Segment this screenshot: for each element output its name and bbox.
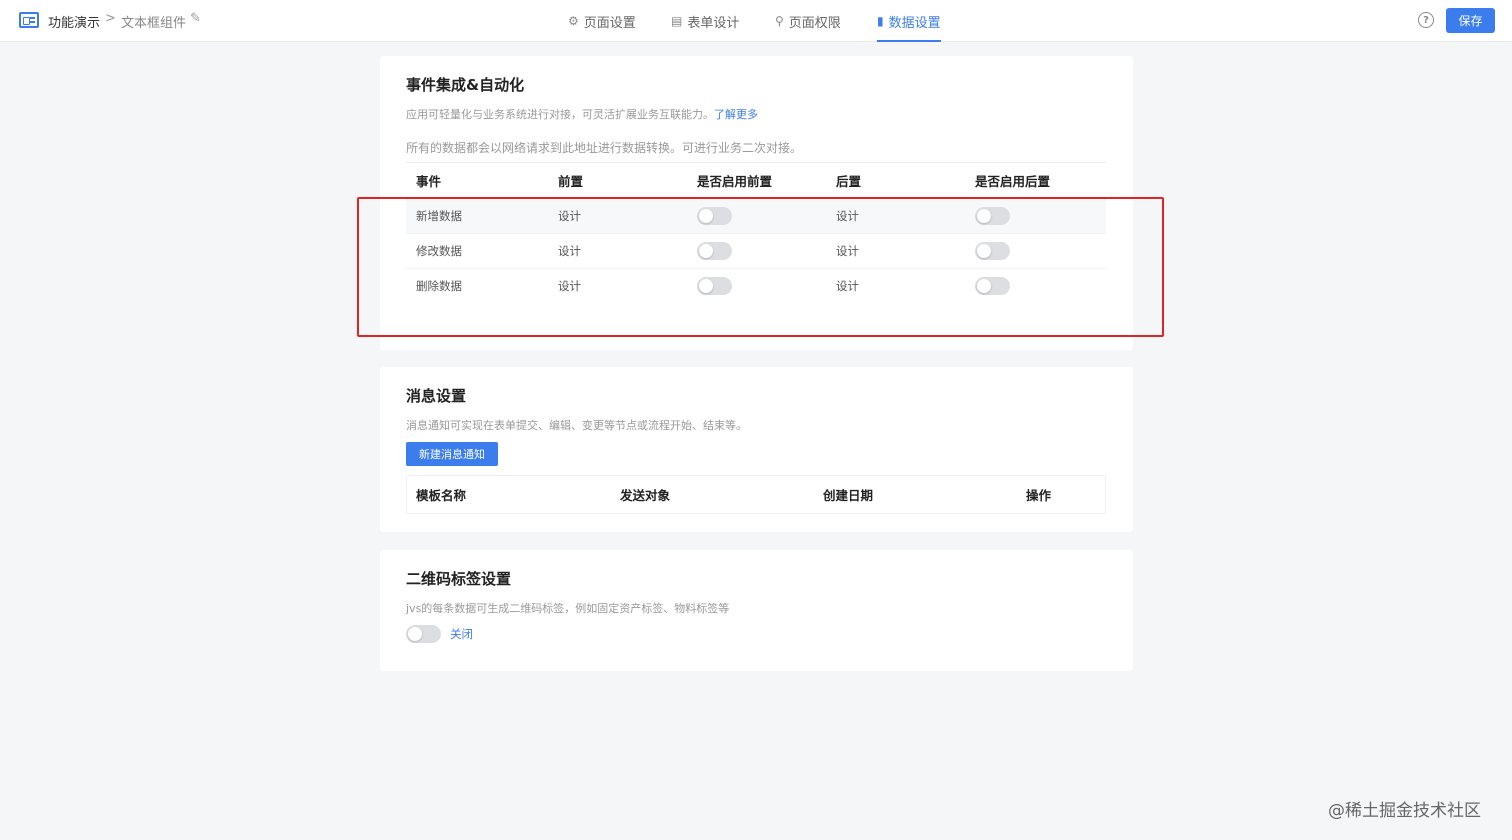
- top-bar: 功能演示 > 文本框组件 ✎ ⚙ 页面设置 ▤ 表单设计 ⚲ 页面权限 ▮ 数据…: [0, 0, 1512, 42]
- qr-title: 二维码标签设置: [406, 570, 512, 588]
- message-title: 消息设置: [406, 387, 467, 405]
- events-note: 所有的数据都会以网络请求到此地址进行数据转换。可进行业务二次对接。: [406, 141, 803, 155]
- tab-form-design[interactable]: ▤ 表单设计: [671, 0, 739, 42]
- new-message-button[interactable]: 新建消息通知: [406, 442, 498, 466]
- message-card: 消息设置 消息通知可实现在表单提交、编辑、变更等节点或流程开始、结束等。 新建消…: [380, 367, 1133, 532]
- column-header: 是否启用前置: [697, 174, 773, 189]
- events-desc: 应用可轻量化与业务系统进行对接，可灵活扩展业务互联能力。了解更多: [406, 108, 758, 121]
- pre-design-link[interactable]: 设计: [558, 234, 581, 268]
- events-card: 事件集成&自动化 应用可轻量化与业务系统进行对接，可灵活扩展业务互联能力。了解更…: [380, 56, 1133, 350]
- help-icon[interactable]: ?: [1418, 12, 1434, 28]
- qr-toggle-label: 关闭: [450, 627, 473, 641]
- events-table: 事件 前置 是否启用前置 后置 是否启用后置 新增数据 设计 设计 修改数据 设…: [406, 162, 1106, 303]
- post-enable-toggle[interactable]: [975, 277, 1010, 295]
- pre-design-link[interactable]: 设计: [558, 269, 581, 303]
- tab-page-permissions[interactable]: ⚲ 页面权限: [775, 0, 841, 42]
- pre-design-link[interactable]: 设计: [558, 199, 581, 233]
- column-header: 操作: [1026, 488, 1052, 503]
- table-row: 新增数据 设计 设计: [406, 198, 1106, 233]
- pre-enable-toggle[interactable]: [697, 242, 732, 260]
- post-design-link[interactable]: 设计: [836, 269, 859, 303]
- column-header: 创建日期: [823, 488, 874, 503]
- table-row: 删除数据 设计 设计: [406, 268, 1106, 303]
- breadcrumb-page: 文本框组件: [121, 16, 187, 31]
- site-watermark: @稀土掘金技术社区: [1328, 801, 1481, 821]
- events-title: 事件集成&自动化: [406, 76, 525, 94]
- qr-card: 二维码标签设置 jvs的每条数据可生成二维码标签，例如固定资产标签、物料标签等 …: [380, 550, 1133, 671]
- qr-desc: jvs的每条数据可生成二维码标签，例如固定资产标签、物料标签等: [406, 602, 730, 615]
- qr-enable-toggle[interactable]: [406, 625, 441, 643]
- chevron-right-icon: >: [105, 11, 116, 26]
- app-form-icon: [19, 12, 39, 28]
- learn-more-link[interactable]: 了解更多: [714, 108, 758, 121]
- save-button[interactable]: 保存: [1446, 8, 1495, 33]
- message-table-header: 模板名称 发送对象 创建日期 操作: [406, 475, 1106, 514]
- pre-enable-toggle[interactable]: [697, 277, 732, 295]
- event-name: 新增数据: [416, 209, 462, 223]
- column-header: 是否启用后置: [975, 174, 1051, 189]
- column-header: 发送对象: [620, 488, 671, 503]
- column-header: 事件: [416, 174, 442, 189]
- column-header: 模板名称: [416, 488, 467, 503]
- message-desc: 消息通知可实现在表单提交、编辑、变更等节点或流程开始、结束等。: [406, 419, 747, 432]
- tab-page-settings[interactable]: ⚙ 页面设置: [568, 0, 636, 42]
- column-header: 后置: [836, 174, 862, 189]
- lock-icon: ⚲: [775, 14, 784, 28]
- edit-icon[interactable]: ✎: [190, 11, 201, 26]
- gear-icon: ⚙: [568, 14, 579, 28]
- post-design-link[interactable]: 设计: [836, 199, 859, 233]
- column-header: 前置: [558, 174, 584, 189]
- bar-chart-icon: ▮: [877, 14, 884, 28]
- breadcrumb-app[interactable]: 功能演示: [48, 12, 100, 31]
- post-enable-toggle[interactable]: [975, 207, 1010, 225]
- table-row: 修改数据 设计 设计: [406, 233, 1106, 268]
- event-name: 删除数据: [416, 279, 462, 293]
- post-enable-toggle[interactable]: [975, 242, 1010, 260]
- event-name: 修改数据: [416, 244, 462, 258]
- pre-enable-toggle[interactable]: [697, 207, 732, 225]
- document-icon: ▤: [671, 14, 683, 28]
- post-design-link[interactable]: 设计: [836, 234, 859, 268]
- tab-data-settings[interactable]: ▮ 数据设置: [877, 0, 941, 42]
- table-header: 事件 前置 是否启用前置 后置 是否启用后置: [406, 162, 1106, 198]
